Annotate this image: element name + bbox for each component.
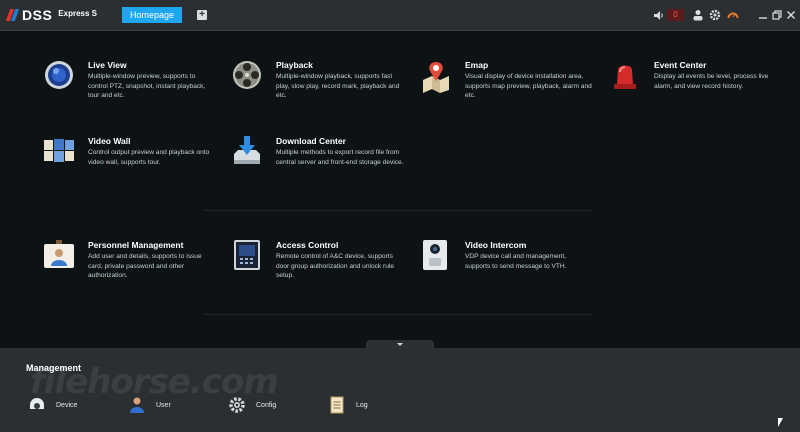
module-description: Multiple-window playback, supports fast … xyxy=(276,73,400,99)
logo-mark-icon xyxy=(5,8,20,22)
playback-icon xyxy=(233,61,261,89)
management-item-label: User xyxy=(156,401,171,409)
module-description: Multiple-window preview, supports to con… xyxy=(88,73,206,99)
module-description: Display all events be level, process liv… xyxy=(654,73,769,90)
module-description: Visual display of device installation ar… xyxy=(465,73,592,99)
module-description: VDP device call and management, supports… xyxy=(465,253,567,270)
module-title: Video Wall xyxy=(88,136,131,146)
speaker-icon[interactable] xyxy=(654,11,664,20)
module-description: Control output preview and playback onto… xyxy=(88,149,210,166)
module-video-wall[interactable]: Video Wall Control output preview and pl… xyxy=(44,136,224,196)
module-download-center[interactable]: Download Center Multiple methods to expo… xyxy=(232,136,412,196)
module-title: Download Center xyxy=(276,136,346,146)
module-description: Remote control of A&C device, supports d… xyxy=(276,253,395,279)
personnel-icon xyxy=(44,240,74,268)
module-personnel-management[interactable]: Personnel Management Add user and detail… xyxy=(44,240,224,300)
video-intercom-icon xyxy=(423,240,447,270)
access-control-icon xyxy=(234,240,260,270)
management-item-device[interactable]: Device xyxy=(28,396,77,414)
emap-icon xyxy=(423,62,449,93)
title-bar: DSS Express S Homepage + 0 xyxy=(0,0,800,31)
module-title: Personnel Management xyxy=(88,240,184,250)
section-divider xyxy=(204,314,592,315)
section-divider xyxy=(204,210,592,211)
logo-text: DSS xyxy=(22,7,53,23)
log-icon xyxy=(330,396,344,414)
event-center-icon xyxy=(614,65,636,89)
restore-icon[interactable] xyxy=(772,10,782,20)
module-description: Multiple methods to export record file f… xyxy=(276,149,404,166)
module-access-control[interactable]: Access Control Remote control of A&C dev… xyxy=(232,240,412,300)
logo-subtitle: Express S xyxy=(58,9,97,18)
live-view-icon xyxy=(45,61,73,89)
module-live-view[interactable]: Live View Multiple-window preview, suppo… xyxy=(44,60,224,120)
tab-homepage[interactable]: Homepage xyxy=(122,7,182,23)
user-account-icon[interactable] xyxy=(692,9,704,21)
close-icon[interactable] xyxy=(786,10,796,20)
management-item-label: Device xyxy=(56,401,78,409)
device-icon xyxy=(30,398,44,409)
module-title: Live View xyxy=(88,60,127,70)
app-logo: DSS Express S xyxy=(5,6,97,24)
user-icon xyxy=(130,397,144,413)
settings-gear-icon[interactable] xyxy=(709,9,721,21)
management-item-label: Config xyxy=(256,401,277,409)
management-title: Management xyxy=(26,363,82,373)
module-description: Add user and details, supports to issue … xyxy=(88,253,202,279)
module-playback[interactable]: Playback Multiple-window playback, suppo… xyxy=(232,60,412,120)
add-tab-button[interactable]: + xyxy=(197,10,207,20)
module-emap[interactable]: Emap Visual display of device installati… xyxy=(421,60,601,120)
module-title: Playback xyxy=(276,60,313,70)
mouse-cursor-icon xyxy=(778,418,783,427)
management-item-user[interactable]: User xyxy=(128,396,171,414)
module-title: Video Intercom xyxy=(465,240,527,250)
alarm-count-badge[interactable]: 0 xyxy=(667,9,684,21)
performance-gauge-icon[interactable] xyxy=(727,9,739,21)
management-item-label: Log xyxy=(356,401,368,409)
download-center-icon xyxy=(234,136,260,164)
config-icon xyxy=(229,397,245,413)
module-event-center[interactable]: Event Center Display all events be level… xyxy=(610,60,790,120)
module-title: Event Center xyxy=(654,60,707,70)
module-title: Access Control xyxy=(276,240,339,250)
module-video-intercom[interactable]: Video Intercom VDP device call and manag… xyxy=(421,240,601,300)
management-item-config[interactable]: Config xyxy=(228,396,276,414)
chevron-down-icon xyxy=(397,343,403,346)
module-title: Emap xyxy=(465,60,489,70)
minimize-icon[interactable] xyxy=(758,10,768,20)
video-wall-icon xyxy=(44,139,74,162)
management-item-log[interactable]: Log xyxy=(328,396,368,414)
management-panel: filehorse.com Management Device User Con… xyxy=(0,348,800,432)
